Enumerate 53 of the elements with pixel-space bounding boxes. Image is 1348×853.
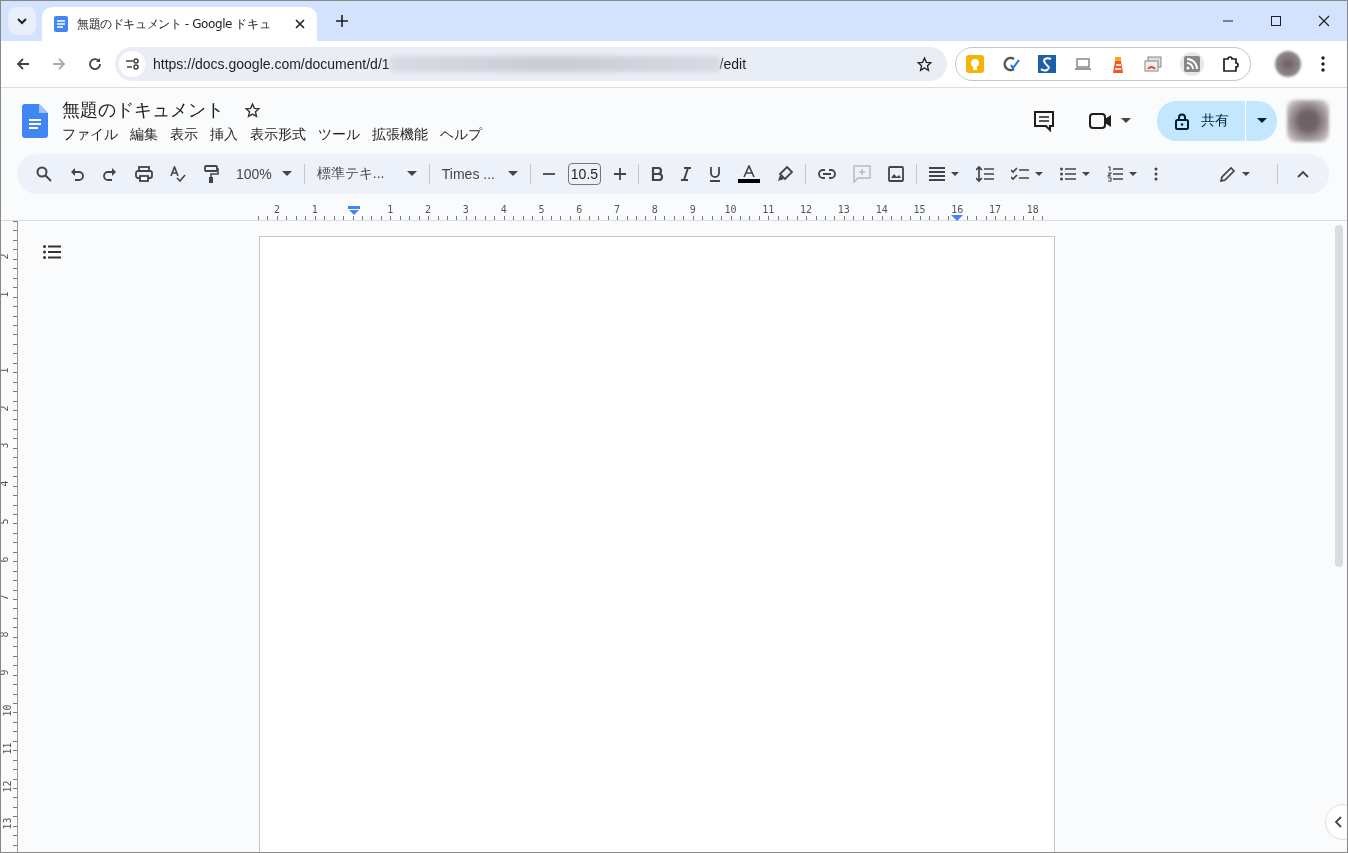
ruler-number: 1 bbox=[1, 367, 10, 374]
ruler-number: 13 bbox=[837, 204, 850, 215]
ruler-number: 8 bbox=[651, 204, 658, 215]
url-text: https://docs.google.com/document/d/1 bbox=[153, 56, 390, 72]
font-dropdown[interactable]: Times ... bbox=[441, 166, 518, 182]
zoom-dropdown[interactable]: 100% bbox=[236, 166, 292, 182]
ruler-number: 1 bbox=[1, 291, 10, 298]
ruler-number: 14 bbox=[875, 204, 888, 215]
menu-item[interactable]: ファイル bbox=[62, 126, 118, 144]
ruler-number: 13 bbox=[1, 817, 13, 830]
ruler-number: 12 bbox=[800, 204, 813, 215]
ruler-number: 7 bbox=[1, 594, 10, 601]
ruler-number: 18 bbox=[1026, 204, 1039, 215]
ruler-number: 5 bbox=[538, 204, 545, 215]
menu-item[interactable]: 編集 bbox=[130, 126, 158, 144]
ruler-number: 11 bbox=[762, 204, 775, 215]
url-text: /edit bbox=[719, 56, 747, 72]
document-title[interactable]: 無題のドキュメント bbox=[62, 98, 224, 122]
ruler-number: 3 bbox=[462, 204, 469, 215]
ruler-number: 6 bbox=[576, 204, 583, 215]
ruler-number: 2 bbox=[425, 204, 432, 215]
ruler-number: 11 bbox=[1, 742, 13, 755]
ruler-number: 2 bbox=[1, 405, 10, 412]
style-dropdown[interactable]: 標準テキ... bbox=[316, 165, 417, 183]
ruler-number: 2 bbox=[1, 253, 10, 260]
ruler-number: 15 bbox=[913, 204, 926, 215]
ruler-number: 12 bbox=[1, 780, 13, 793]
ruler-number: 1 bbox=[387, 204, 394, 215]
menu-item[interactable]: 表示形式 bbox=[250, 126, 306, 144]
ruler-number: 6 bbox=[1, 556, 10, 563]
ruler-number: 8 bbox=[1, 631, 10, 638]
browser-tab[interactable]: 無題のドキュメント - Google ドキュ bbox=[42, 7, 317, 41]
ruler-number: 10 bbox=[1, 704, 13, 717]
ruler-number: 7 bbox=[614, 204, 621, 215]
menu-item[interactable]: 挿入 bbox=[210, 126, 238, 144]
ruler-number: 16 bbox=[951, 204, 964, 215]
ruler-number: 5 bbox=[1, 518, 10, 525]
ruler-number: 4 bbox=[1, 480, 10, 487]
ruler-number: 1 bbox=[311, 204, 318, 215]
menu-item[interactable]: 拡張機能 bbox=[372, 126, 428, 144]
ruler-number: 3 bbox=[1, 442, 10, 449]
font-size-field[interactable]: 10.5 bbox=[567, 163, 602, 185]
ruler-number: 9 bbox=[1, 669, 10, 676]
menu-item[interactable]: ヘルプ bbox=[440, 126, 482, 144]
ruler-number: 10 bbox=[724, 204, 737, 215]
ruler-number: 9 bbox=[689, 204, 696, 215]
tab-title: 無題のドキュメント - Google ドキュ bbox=[77, 15, 272, 33]
ruler-number: 2 bbox=[273, 204, 280, 215]
menu-item[interactable]: ツール bbox=[318, 126, 360, 144]
ruler-number: 17 bbox=[989, 204, 1002, 215]
address-bar[interactable]: https://docs.google.com/document/d/1 /edit bbox=[115, 47, 947, 81]
ruler-number: 4 bbox=[500, 204, 507, 215]
menu-item[interactable]: 表示 bbox=[170, 126, 198, 144]
